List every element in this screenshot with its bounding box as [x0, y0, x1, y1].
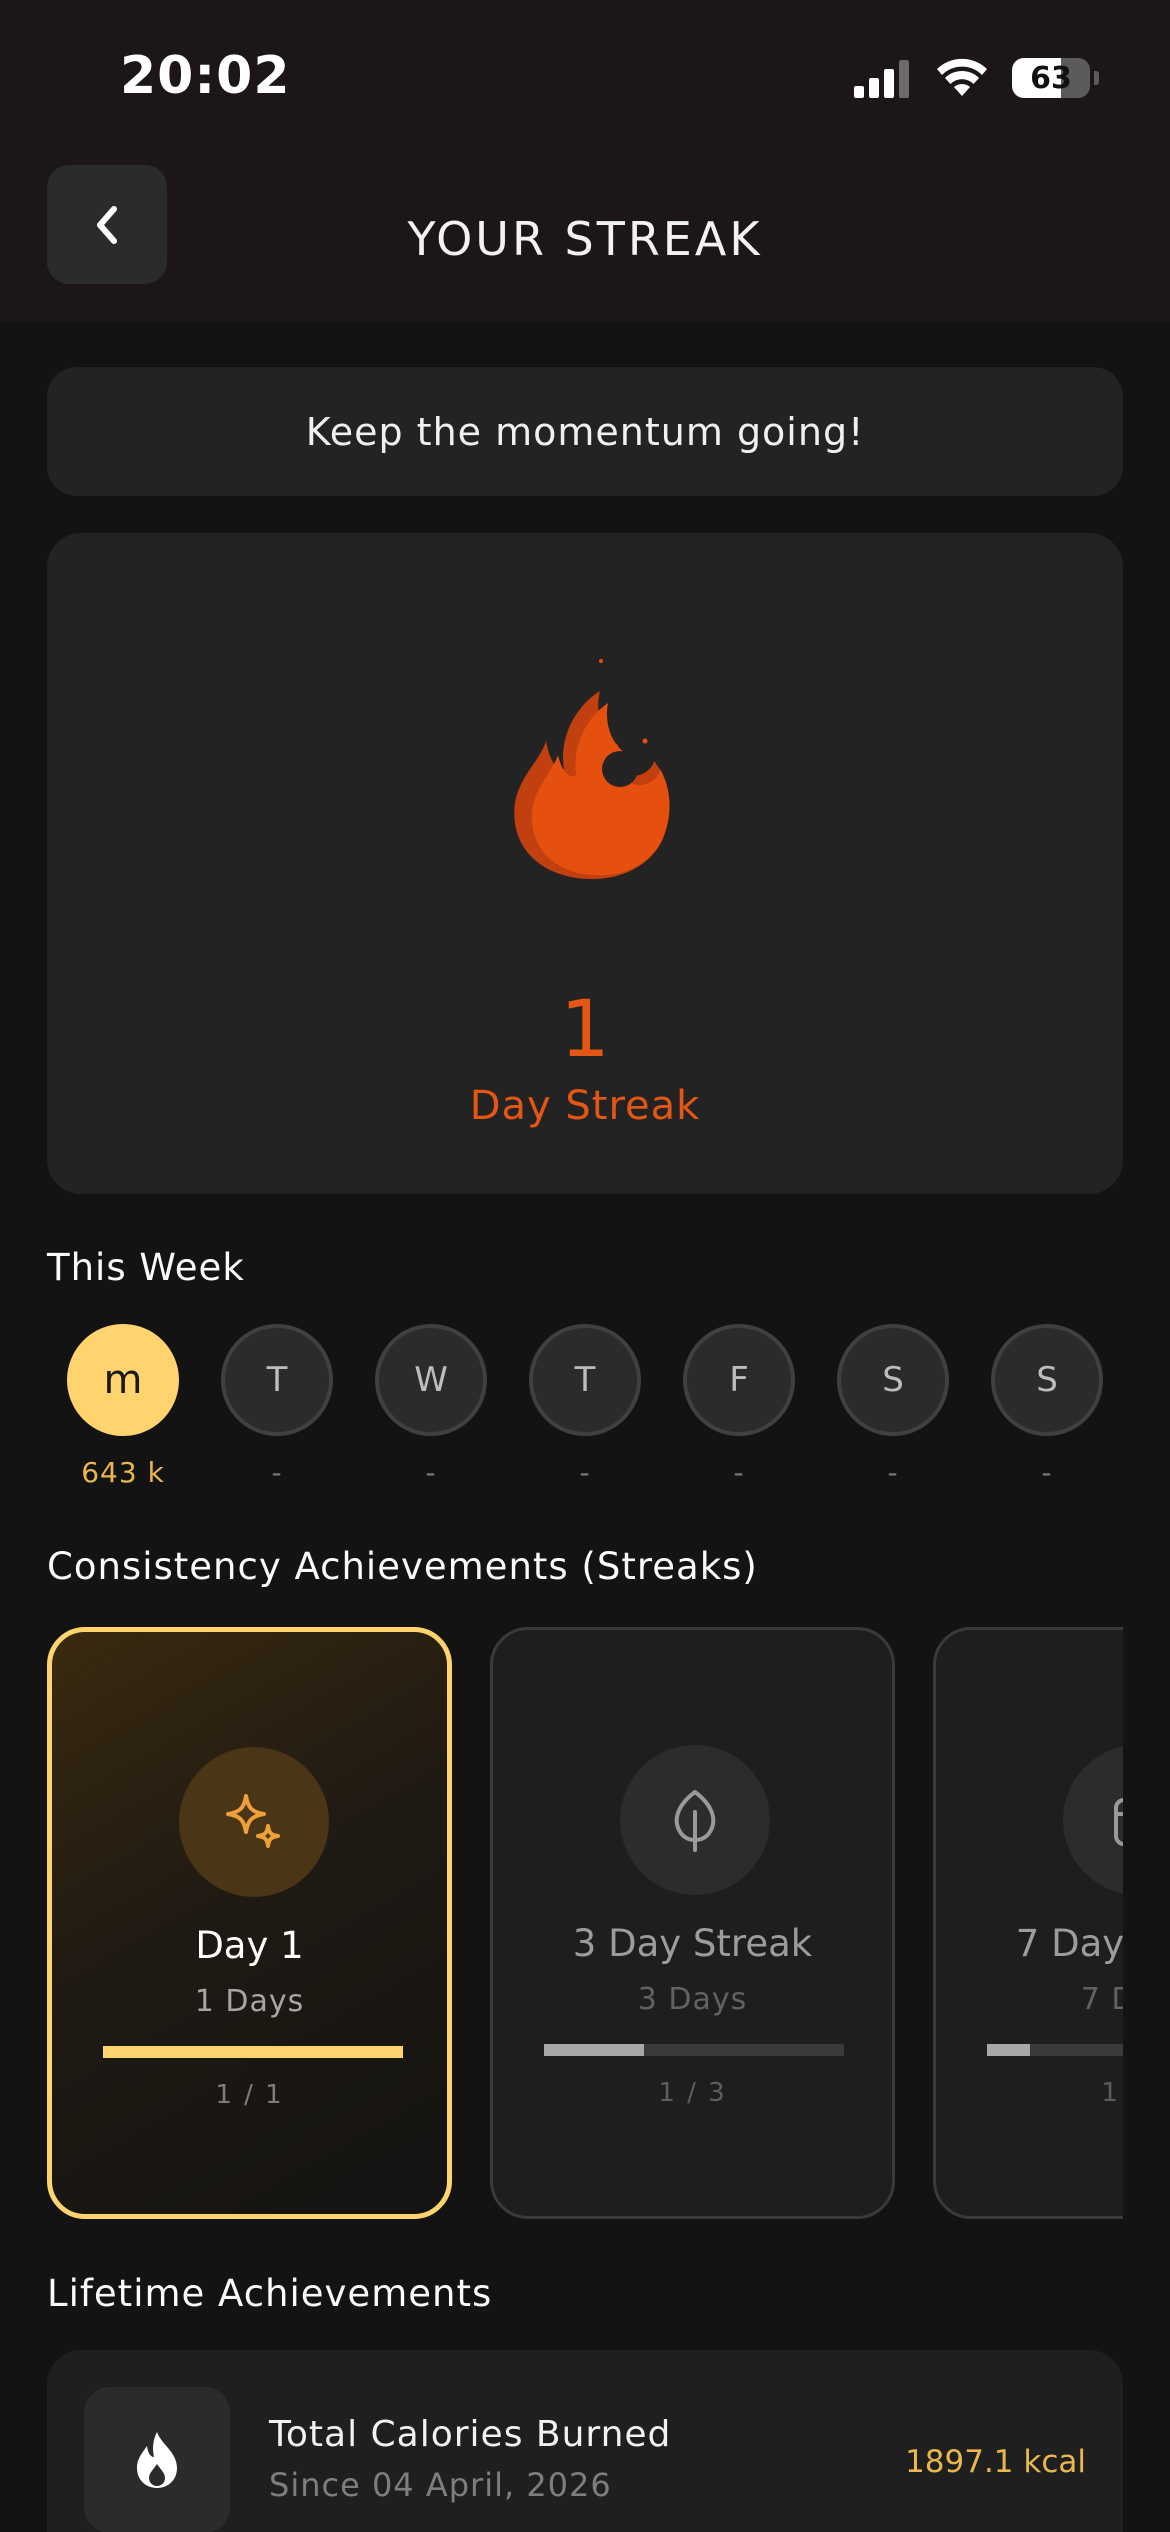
- achievement-progress-fill: [987, 2044, 1030, 2056]
- battery-indicator: 63: [1012, 58, 1099, 98]
- day-value-sun: -: [1041, 1456, 1053, 1489]
- day-circle-tue[interactable]: T: [221, 1324, 333, 1436]
- achievement-title: 3 Day Streak: [572, 1922, 813, 1965]
- streak-count: 1: [560, 985, 610, 1075]
- status-icons: 63: [854, 56, 1099, 100]
- lifetime-item-value: 1897.1 kcal: [905, 2444, 1086, 2480]
- this-week-title: This Week: [47, 1246, 245, 1289]
- day-value-mon: 643 k: [81, 1456, 165, 1489]
- day-circle-thu[interactable]: T: [529, 1324, 641, 1436]
- streak-card: 1 Day Streak: [47, 533, 1123, 1194]
- achievement-title: 7 Day Streak: [1015, 1922, 1123, 1965]
- day-circle-sun[interactable]: S: [991, 1324, 1103, 1436]
- battery-level: 63: [1030, 60, 1072, 96]
- sparkle-icon: [226, 1794, 280, 1848]
- achievement-progress-bar: [103, 2046, 403, 2058]
- achievement-progress-bar: [544, 2044, 844, 2056]
- consistency-title: Consistency Achievements (Streaks): [47, 1545, 758, 1588]
- achievement-days: 3 Days: [637, 1982, 748, 2017]
- achievement-icon-badge: [1063, 1745, 1123, 1895]
- lifetime-icon-badge: [84, 2387, 230, 2532]
- achievement-progress-bar: [987, 2044, 1123, 2056]
- lifetime-item-calories[interactable]: Total Calories Burned Since 04 April, 20…: [47, 2350, 1123, 2532]
- achievement-progress-fill: [103, 2046, 403, 2058]
- battery-tip: [1094, 71, 1099, 85]
- day-value-wed: -: [425, 1456, 437, 1489]
- lifetime-item-subtitle: Since 04 April, 2026: [269, 2466, 612, 2504]
- flame-icon: [514, 659, 670, 879]
- achievement-days: 7 Days: [1080, 1982, 1123, 2017]
- day-value-tue: -: [271, 1456, 283, 1489]
- achievement-icon-badge: [620, 1745, 770, 1895]
- achievement-progress-text: 1 / 1: [215, 2080, 284, 2110]
- day-value-thu: -: [579, 1456, 591, 1489]
- streak-screen: 20:02 63 YOUR STREAK Keep the momentum g…: [0, 0, 1170, 2532]
- lifetime-title: Lifetime Achievements: [47, 2272, 493, 2315]
- day-circle-wed[interactable]: W: [375, 1324, 487, 1436]
- day-circle-fri[interactable]: F: [683, 1324, 795, 1436]
- streak-label: Day Streak: [469, 1083, 701, 1129]
- leaf-icon: [674, 1790, 716, 1852]
- lifetime-item-title: Total Calories Burned: [269, 2414, 672, 2455]
- day-value-fri: -: [733, 1456, 745, 1489]
- achievement-icon-badge: [179, 1747, 329, 1897]
- day-circle-mon[interactable]: m: [67, 1324, 179, 1436]
- header: 20:02 63 YOUR STREAK: [0, 0, 1170, 322]
- achievement-card-day-1[interactable]: Day 1 1 Days 1 / 1: [47, 1627, 452, 2219]
- day-value-sat: -: [887, 1456, 899, 1489]
- motivation-banner: Keep the momentum going!: [47, 367, 1123, 496]
- achievement-progress-text: 1 / 7: [1101, 2078, 1123, 2108]
- day-circle-sat[interactable]: S: [837, 1324, 949, 1436]
- page-title: YOUR STREAK: [407, 212, 763, 266]
- wifi-icon: [937, 58, 987, 96]
- achievement-progress-fill: [544, 2044, 644, 2056]
- achievement-days: 1 Days: [194, 1984, 305, 2019]
- achievement-card-7-day[interactable]: 7 Day Streak 7 Days 1 / 7: [933, 1627, 1123, 2219]
- achievement-title: Day 1: [195, 1924, 304, 1967]
- achievement-progress-text: 1 / 3: [658, 2078, 727, 2108]
- calendar-icon: [1114, 1798, 1123, 1846]
- fire-icon: [137, 2432, 177, 2488]
- achievement-card-3-day[interactable]: 3 Day Streak 3 Days 1 / 3: [490, 1627, 895, 2219]
- achievement-carousel[interactable]: Day 1 1 Days 1 / 1 3 Day Streak 3 Days 1…: [47, 1627, 1123, 2223]
- status-time: 20:02: [120, 46, 291, 106]
- signal-icon: [854, 60, 909, 98]
